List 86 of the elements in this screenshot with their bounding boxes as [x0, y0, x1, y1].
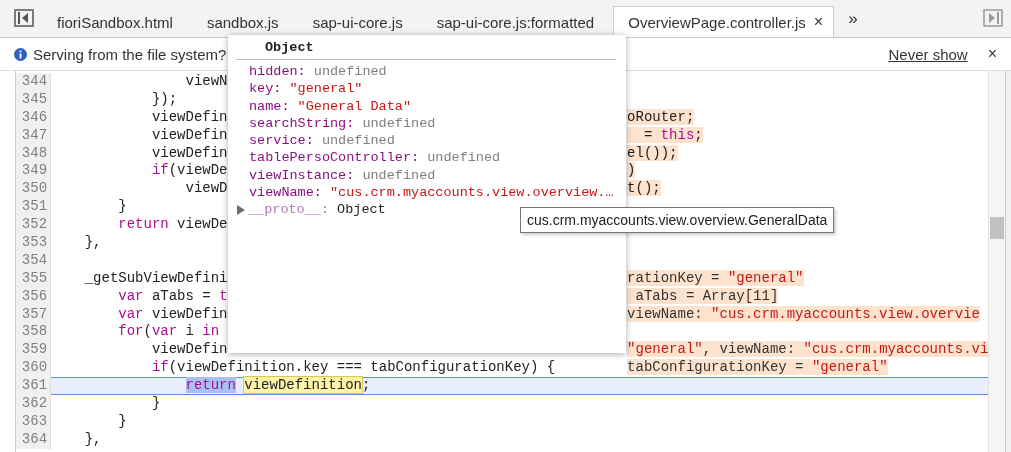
property-row-text: searchString: undefined — [248, 114, 437, 133]
code-text: oRouter; — [627, 108, 695, 125]
code-text: "general" — [627, 341, 703, 358]
tooltip: cus.crm.myaccounts.view.overview.GeneralData — [520, 207, 835, 233]
code-text: el()); — [627, 144, 678, 161]
file-tab[interactable]: sap-ui-core.js — [297, 6, 414, 37]
code-text: this — [660, 126, 695, 143]
expand-triangle-icon[interactable] — [236, 205, 245, 215]
line-number: 361 — [16, 377, 52, 396]
code-text: "general" — [727, 269, 804, 286]
close-icon[interactable]: × — [813, 13, 824, 31]
line-number: 353 — [16, 234, 52, 252]
code-text: ; — [361, 377, 371, 394]
code-text: var — [117, 287, 144, 304]
line-number: 359 — [16, 341, 52, 360]
scrollbar[interactable] — [988, 71, 1007, 452]
property-row-text: viewName: "cus.crm.myaccounts.view.overview.… — [248, 184, 615, 202]
line-number: 352 — [16, 216, 52, 234]
code-text: (viewDefinition.key === tabConfigurationKey) { — [168, 359, 556, 376]
line-number: 358 — [16, 323, 52, 342]
code-text: viewDefin — [150, 144, 228, 161]
code-text: , viewName: — [702, 341, 804, 358]
code-text: _getSubViewDefini — [83, 269, 228, 286]
line-number: 349 — [16, 162, 52, 181]
code-text: if — [150, 162, 169, 179]
property-row-text: service: undefined — [248, 132, 396, 150]
code-text: "general" — [811, 359, 888, 376]
property-row-text: hidden: undefined — [248, 63, 388, 81]
line-number: 360 — [16, 359, 52, 378]
code-text: for — [117, 323, 144, 340]
code-text: }, — [83, 234, 102, 250]
property-row-text: viewInstance: undefined — [248, 166, 437, 185]
code-text: viewName: — [627, 305, 712, 322]
code-text: return — [117, 216, 169, 233]
code-text: viewD — [184, 180, 228, 197]
property-row-text: key: "general" — [248, 80, 364, 98]
code-text: "cus.crm.myaccounts.view.overvie — [711, 305, 980, 322]
code-text: tabConfigurationKey = — [627, 359, 812, 376]
code-text: "cus.crm.myaccounts.vi — [803, 341, 989, 358]
never-show-link[interactable]: Never show — [888, 45, 968, 63]
code-text: rationKey = — [627, 269, 728, 286]
line-number: 362 — [16, 395, 52, 413]
code-text: viewN — [184, 73, 228, 89]
highlighted-word: viewDefinition — [244, 377, 362, 394]
code-text: var — [151, 323, 178, 340]
code-text: aTabs = Array[11] — [627, 287, 779, 304]
line-number: 350 — [16, 180, 52, 199]
code-text: aTabs = — [150, 287, 212, 304]
file-tab[interactable]: sandbox.js — [191, 6, 290, 37]
popover-title: Object — [236, 35, 616, 60]
code-text: t — [219, 287, 228, 304]
code-text: viewDe — [176, 216, 228, 233]
code-text: }, — [83, 430, 102, 447]
code-text: t(); — [627, 180, 661, 197]
file-tab[interactable]: fioriSandbox.html — [42, 6, 184, 37]
selected-text: return — [185, 377, 236, 394]
code-text: viewDefin — [150, 341, 228, 358]
code-text: ; — [694, 126, 703, 143]
code-text: } — [117, 198, 127, 215]
close-icon[interactable]: × — [987, 45, 997, 63]
code-text: = — [627, 126, 661, 143]
code-text: (viewDe — [168, 162, 228, 179]
file-tab[interactable]: sap-ui-core.js:formatted — [421, 6, 606, 37]
more-tabs-button[interactable]: » — [848, 9, 858, 29]
sidebar-toggle-icon[interactable] — [14, 9, 34, 27]
line-number: 344 — [16, 73, 52, 91]
property-row-text: tablePersoController: undefined — [248, 149, 502, 167]
code-text: var — [117, 305, 144, 322]
code-text: }); — [150, 90, 178, 107]
panel-toggle-icon[interactable] — [983, 9, 1003, 27]
code-text: ) — [627, 162, 636, 179]
line-number: 351 — [16, 198, 52, 217]
code-text: viewDefin — [150, 126, 228, 143]
code-text: } — [150, 395, 161, 412]
property-row-text: name: "General Data" — [248, 97, 413, 115]
file-tab[interactable]: OverviewPage.controller.js × — [613, 6, 835, 37]
code-text: viewDefin — [150, 305, 228, 322]
code-text: } — [117, 412, 127, 429]
info-icon — [14, 47, 27, 61]
property-row: __proto__: Object — [248, 201, 386, 219]
code-text: if — [150, 359, 169, 376]
code-text: i — [184, 323, 195, 340]
code-text: viewDefin — [150, 108, 228, 125]
info-message: Serving from the file system? — [33, 45, 227, 63]
code-text: ( — [143, 323, 152, 340]
code-text: in — [202, 323, 220, 340]
